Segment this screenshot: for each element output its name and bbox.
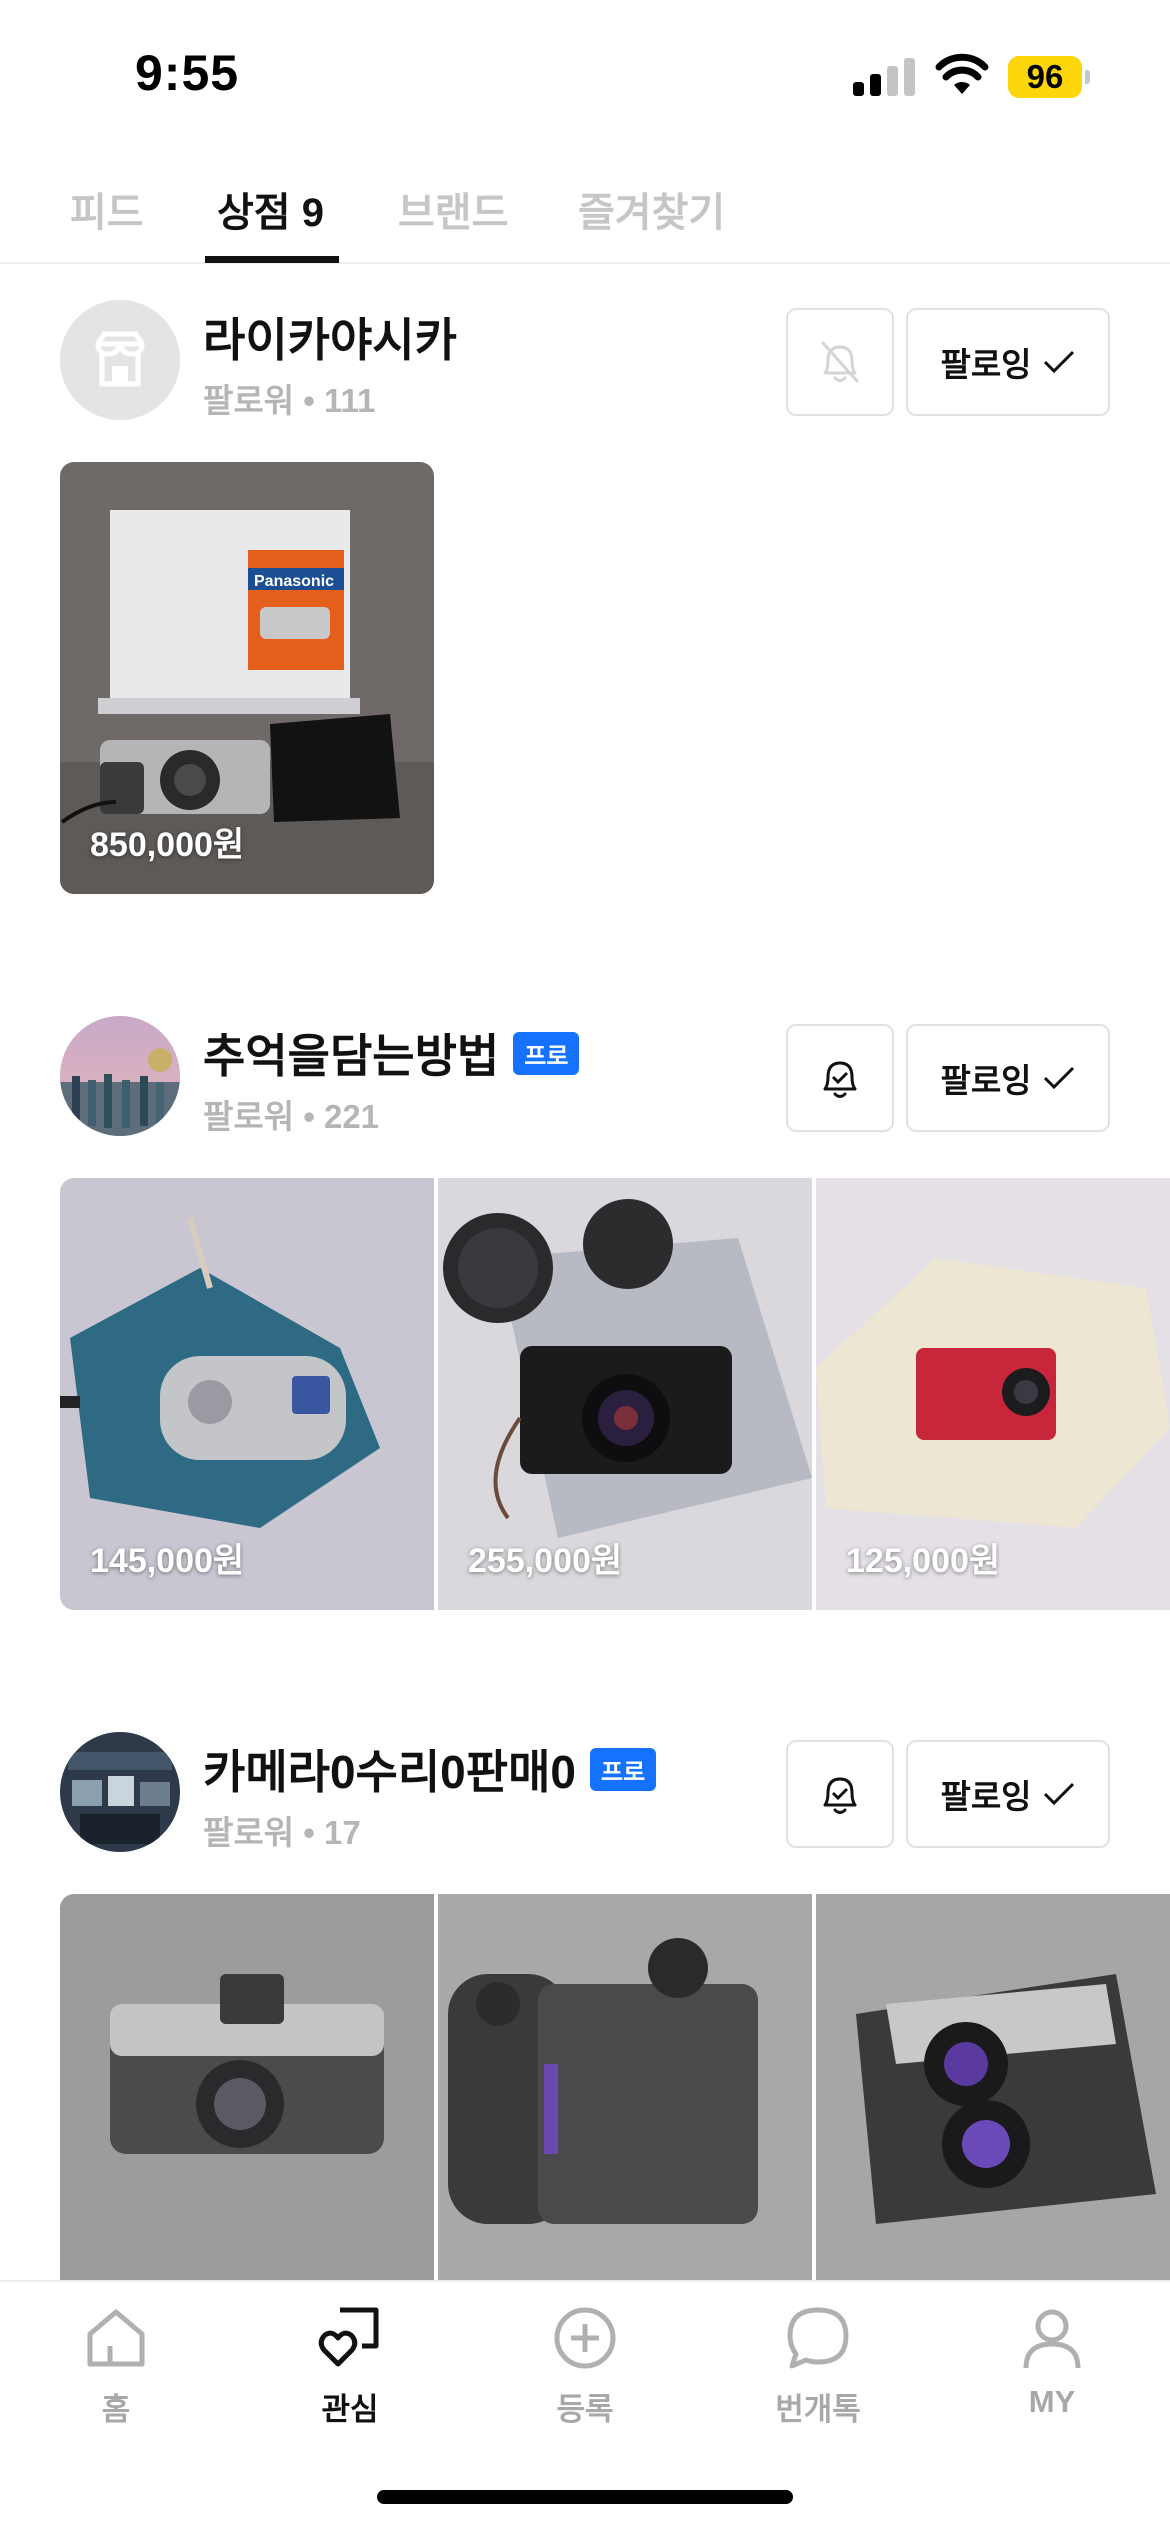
bell-check-icon xyxy=(823,1061,857,1098)
product-price: 145,000원 xyxy=(90,1542,245,1580)
nav-register[interactable]: 등록 xyxy=(485,2302,685,2429)
notification-on-button[interactable] xyxy=(786,1024,894,1132)
product-card[interactable] xyxy=(60,1894,434,2326)
product-image-reflex-camera xyxy=(816,1894,1170,2326)
store-icon xyxy=(60,300,180,420)
product-card[interactable]: 145,000원 xyxy=(60,1178,434,1610)
product-price: 125,000원 xyxy=(846,1542,1001,1580)
chat-bubble-icon xyxy=(787,2307,849,2369)
check-icon xyxy=(1043,1066,1074,1090)
product-card[interactable]: 255,000원 xyxy=(438,1178,812,1610)
pro-badge: 프로 xyxy=(513,1032,580,1075)
nav-home[interactable]: 홈 xyxy=(16,2302,216,2429)
check-icon xyxy=(1043,350,1074,374)
avatar-photo-harbor xyxy=(60,1016,180,1136)
avatar[interactable] xyxy=(60,300,180,420)
nav-label: 등록 xyxy=(556,2392,614,2427)
tab-favorites[interactable]: 즐겨찾기 xyxy=(578,180,725,238)
bell-off-icon xyxy=(821,341,859,383)
tab-bar: 피드 상점 9 브랜드 즐겨찾기 xyxy=(0,160,1170,264)
pro-badge: 프로 xyxy=(590,1748,657,1791)
check-icon xyxy=(1043,1782,1074,1806)
following-label: 팔로잉 xyxy=(940,1778,1032,1815)
home-icon xyxy=(87,2309,145,2367)
svg-text:Panasonic: Panasonic xyxy=(254,573,334,590)
battery-icon: 96 xyxy=(1008,56,1090,98)
shop-name[interactable]: 추억을담는방법 프로 xyxy=(203,1020,580,1086)
product-price: 255,000원 xyxy=(468,1542,623,1580)
heart-square-icon xyxy=(318,2307,379,2367)
tab-feed[interactable]: 피드 xyxy=(70,180,144,238)
following-label: 팔로잉 xyxy=(940,346,1032,383)
tab-shops[interactable]: 상점 9 xyxy=(217,180,324,238)
shop-name[interactable]: 카메라0수리0판매0 프로 xyxy=(203,1736,657,1802)
nav-my[interactable]: MY xyxy=(952,2302,1152,2420)
home-indicator[interactable] xyxy=(377,2490,793,2504)
avatar-photo-camera-shelf xyxy=(60,1732,180,1852)
product-image-nikon-coolpix-camera xyxy=(438,1894,812,2326)
product-card[interactable]: Panasonic 850,000원 xyxy=(60,462,434,894)
notification-off-button[interactable] xyxy=(786,308,894,416)
product-image-olympus-pen-camera xyxy=(60,1894,434,2326)
following-button[interactable]: 팔로잉 xyxy=(906,1024,1110,1132)
nav-label: MY xyxy=(1028,2384,1076,2419)
product-price: 850,000원 xyxy=(90,826,245,864)
nav-label: 홈 xyxy=(101,2392,131,2427)
status-bar: 9:55 96 xyxy=(0,0,1170,150)
active-tab-indicator xyxy=(205,256,339,263)
notification-on-button[interactable] xyxy=(786,1740,894,1848)
follower-count: 팔로워 • 221 xyxy=(203,1098,380,1135)
wifi-icon xyxy=(935,53,989,94)
nav-chat[interactable]: 번개톡 xyxy=(718,2302,918,2429)
avatar[interactable] xyxy=(60,1016,180,1136)
person-icon xyxy=(1023,2309,1081,2369)
following-label: 팔로잉 xyxy=(940,1062,1032,1099)
following-button[interactable]: 팔로잉 xyxy=(906,308,1110,416)
shop-name[interactable]: 라이카야시카 xyxy=(203,304,457,370)
nav-interests[interactable]: 관심 xyxy=(250,2302,450,2429)
shop-name-text: 카메라0수리0판매0 xyxy=(203,1746,576,1798)
product-card[interactable] xyxy=(438,1894,812,2326)
follower-count: 팔로워 • 17 xyxy=(203,1814,361,1851)
bell-check-icon xyxy=(823,1777,857,1814)
plus-circle-icon xyxy=(554,2307,616,2369)
product-card[interactable] xyxy=(816,1894,1170,2326)
shop-name-text: 추억을담는방법 xyxy=(203,1030,500,1082)
follower-count: 팔로워 • 111 xyxy=(203,382,376,419)
avatar[interactable] xyxy=(60,1732,180,1852)
nav-label: 번개톡 xyxy=(775,2392,861,2427)
following-button[interactable]: 팔로잉 xyxy=(906,1740,1110,1848)
battery-level: 96 xyxy=(1008,56,1082,98)
tab-brands[interactable]: 브랜드 xyxy=(398,180,508,238)
status-time: 9:55 xyxy=(135,45,240,101)
nav-label: 관심 xyxy=(321,2392,379,2427)
cellular-signal-icon xyxy=(853,58,915,96)
product-card[interactable]: 125,000원 xyxy=(816,1178,1170,1610)
